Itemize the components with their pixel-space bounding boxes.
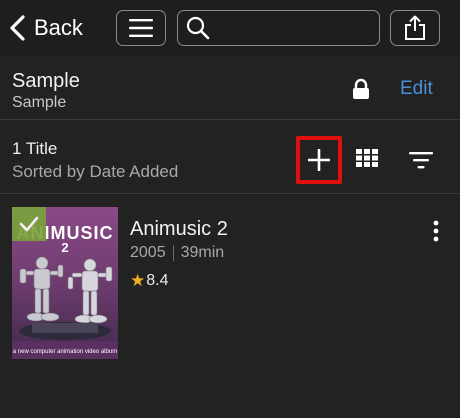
search-icon [186,16,210,40]
share-icon [405,15,425,40]
movie-rating: ★ 8.4 [130,271,169,291]
star-icon: ★ [130,271,146,290]
top-bar: Back [0,0,460,56]
filter-icon[interactable] [409,150,433,170]
search-input[interactable] [216,19,366,37]
more-options-icon[interactable] [430,220,442,242]
edit-button[interactable]: Edit [400,78,433,100]
poster-caption: a new computer animation video album [12,349,118,355]
chevron-left-icon [10,15,25,41]
meta-divider [172,245,174,261]
back-label: Back [34,15,83,40]
checkmark-icon [19,216,39,232]
library-title: Sample [12,70,80,92]
lock-icon [353,78,369,99]
menu-button[interactable] [116,10,166,46]
library-header: Sample Sample Edit [0,56,460,120]
movie-poster: ANIMUSIC 2 a new computer animation vide… [12,207,118,359]
library-subtitle: Sample [12,94,67,111]
plus-icon [308,149,330,171]
watched-badge [12,207,46,241]
share-button[interactable] [390,10,440,46]
add-button[interactable] [296,136,342,184]
movie-meta: 2005 39min [130,244,224,262]
rating-value: 8.4 [146,272,169,289]
movie-title: Animusic 2 [130,218,228,240]
sort-label[interactable]: Sorted by Date Added [12,162,178,182]
search-field[interactable] [177,10,380,46]
back-button[interactable]: Back [8,10,83,46]
title-count: 1 Title [12,139,58,158]
poster-number: 2 [61,240,69,255]
movie-duration: 39min [180,244,225,261]
list-item[interactable]: ANIMUSIC 2 a new computer animation vide… [0,195,460,370]
movie-year: 2005 [130,244,166,261]
hamburger-menu-icon [129,19,153,37]
grid-view-icon[interactable] [356,149,378,167]
list-toolbar: 1 Title Sorted by Date Added [0,121,460,194]
